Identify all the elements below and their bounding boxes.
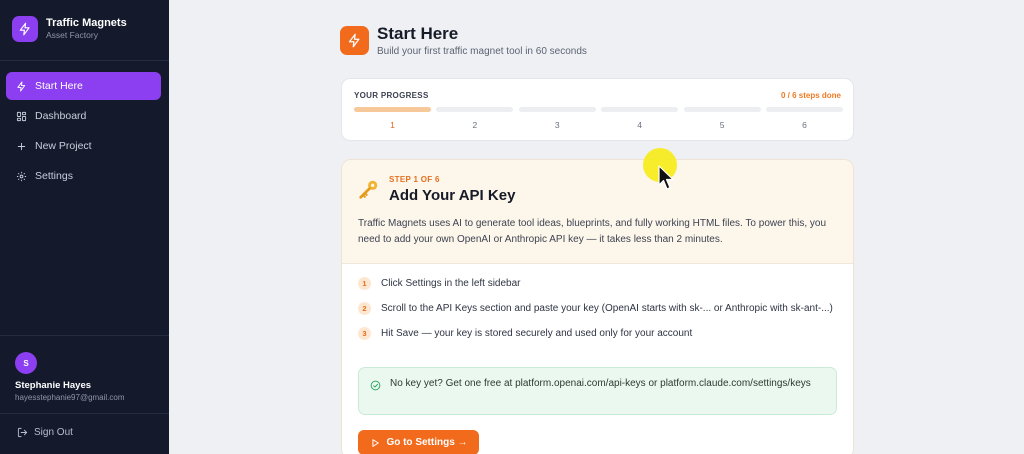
sign-out-button[interactable]: Sign Out (16, 426, 73, 438)
progress-step: 2 (436, 107, 514, 130)
step-kicker: STEP 1 OF 6 (389, 175, 440, 184)
step-number-badge: 3 (358, 327, 371, 340)
sidebar-item-new-project[interactable]: New Project (6, 132, 161, 160)
bolt-icon (15, 80, 27, 92)
go-to-settings-button[interactable]: Go to Settings → (358, 430, 479, 454)
bolt-icon (340, 26, 369, 55)
list-item: 2 Scroll to the API Keys section and pas… (358, 301, 838, 317)
progress-steps: 1 2 3 4 5 6 (354, 107, 843, 130)
progress-step-number: 1 (390, 120, 395, 130)
brand-logo-icon (12, 16, 38, 42)
tip-box: No key yet? Get one free at platform.ope… (358, 367, 837, 415)
brand[interactable]: Traffic Magnets Asset Factory (12, 16, 127, 42)
step-card: STEP 1 OF 6 Add Your API Key Traffic Mag… (341, 159, 854, 454)
progress-step-bar (436, 107, 514, 112)
list-item: 1 Click Settings in the left sidebar (358, 276, 838, 292)
plus-icon (15, 140, 27, 152)
sidebar-item-label: Start Here (35, 80, 83, 92)
sidebar-nav: Start Here Dashboard New Project Setting… (6, 72, 161, 192)
brand-name: Traffic Magnets (46, 17, 127, 29)
sidebar-item-label: Dashboard (35, 110, 87, 122)
progress-step-number: 6 (802, 120, 807, 130)
progress-step-number: 2 (472, 120, 478, 130)
user-name: Stephanie Hayes (15, 380, 92, 391)
sidebar: Traffic Magnets Asset Factory Start Here… (0, 0, 169, 454)
sidebar-divider (0, 335, 169, 336)
page-title: Start Here (377, 24, 459, 43)
progress-card: YOUR PROGRESS 0 / 6 steps done 1 2 3 4 5 6 (341, 78, 854, 141)
avatar[interactable]: S (15, 352, 37, 374)
dashboard-icon (15, 110, 27, 122)
key-icon (358, 178, 380, 205)
progress-step-bar (765, 107, 843, 112)
progress-step-bar (518, 107, 596, 112)
page-subtitle: Build your first traffic magnet tool in … (377, 46, 587, 57)
step-number-badge: 1 (358, 277, 371, 290)
play-icon (369, 437, 381, 449)
step-number-badge: 2 (358, 302, 371, 315)
progress-step-number: 5 (719, 120, 725, 130)
gear-icon (15, 170, 27, 182)
progress-label: YOUR PROGRESS (354, 91, 429, 100)
progress-step: 6 (765, 107, 843, 130)
user-profile: S Stephanie Hayes hayesstephanie97@gmail… (15, 352, 125, 402)
sidebar-divider (0, 60, 169, 61)
sign-out-label: Sign Out (34, 426, 73, 438)
sidebar-item-label: Settings (35, 170, 73, 182)
brand-subtitle: Asset Factory (46, 30, 98, 40)
instruction-list: 1 Click Settings in the left sidebar 2 S… (358, 276, 838, 351)
list-item: 3 Hit Save — your key is stored securely… (358, 326, 838, 342)
sidebar-item-start-here[interactable]: Start Here (6, 72, 161, 100)
go-to-settings-label: Go to Settings → (386, 437, 468, 448)
progress-step: 4 (601, 107, 679, 130)
mouse-cursor-icon (658, 165, 676, 196)
sign-out-icon (16, 426, 28, 438)
progress-step-bar (354, 107, 431, 112)
sidebar-item-dashboard[interactable]: Dashboard (6, 102, 161, 130)
sidebar-divider (0, 413, 169, 414)
progress-step: 1 (354, 107, 431, 130)
instruction-text: Hit Save — your key is stored securely a… (381, 328, 693, 339)
step-title: Add Your API Key (389, 187, 516, 204)
step-header: STEP 1 OF 6 Add Your API Key Traffic Mag… (342, 160, 853, 264)
sidebar-item-settings[interactable]: Settings (6, 162, 161, 190)
user-email: hayesstephanie97@gmail.com (15, 393, 125, 402)
progress-step: 5 (683, 107, 761, 130)
instruction-text: Scroll to the API Keys section and paste… (381, 303, 833, 314)
check-circle-icon (370, 378, 381, 396)
progress-step-bar (683, 107, 761, 112)
progress-step-number: 4 (637, 120, 643, 130)
tip-text: No key yet? Get one free at platform.ope… (390, 378, 811, 389)
progress-count: 0 / 6 steps done (780, 91, 841, 100)
page-header: Start Here Build your first traffic magn… (340, 24, 587, 57)
instruction-text: Click Settings in the left sidebar (381, 278, 521, 289)
progress-step: 3 (518, 107, 596, 130)
step-description: Traffic Magnets uses AI to generate tool… (358, 218, 827, 245)
progress-step-number: 3 (554, 120, 560, 130)
progress-step-bar (601, 107, 679, 112)
sidebar-item-label: New Project (35, 140, 92, 152)
